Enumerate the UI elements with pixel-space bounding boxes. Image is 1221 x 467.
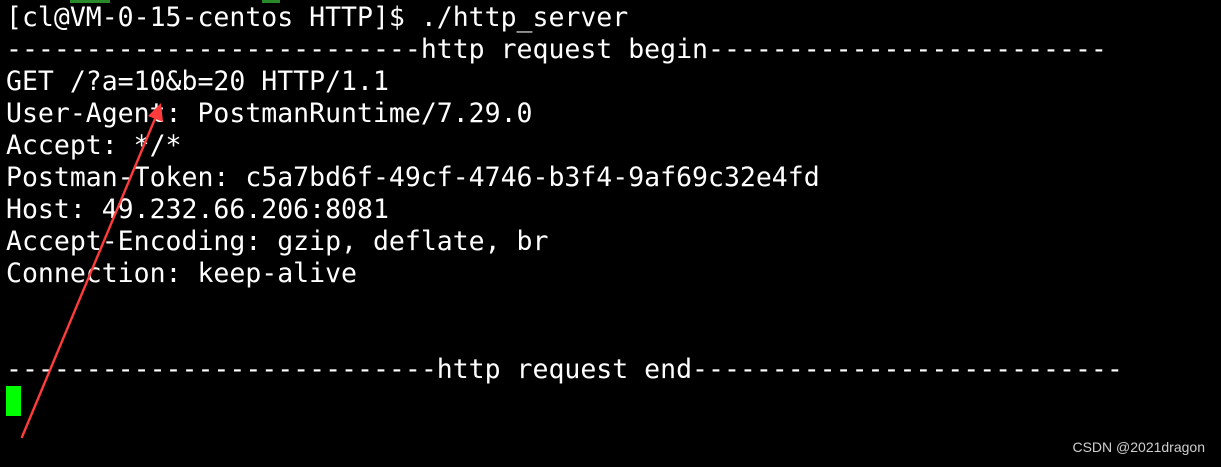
header-accept: Accept: */* xyxy=(6,130,182,161)
terminal-cursor xyxy=(6,386,21,416)
header-postman-token: Postman-Token: c5a7bd6f-49cf-4746-b3f4-9… xyxy=(6,162,820,193)
http-request-line: GET /?a=10&b=20 HTTP/1.1 xyxy=(6,66,389,97)
shell-prompt-command: [cl@VM-0-15-centos HTTP]$ ./http_server xyxy=(6,2,629,33)
request-end-separator: ---------------------------http request … xyxy=(6,354,1123,385)
csdn-watermark: CSDN @2021dragon xyxy=(1072,439,1205,455)
header-accept-encoding: Accept-Encoding: gzip, deflate, br xyxy=(6,226,549,257)
header-connection: Connection: keep-alive xyxy=(6,258,357,289)
request-begin-separator: --------------------------http request b… xyxy=(6,34,1107,65)
header-user-agent: User-Agent: PostmanRuntime/7.29.0 xyxy=(6,98,533,129)
header-host: Host: 49.232.66.206:8081 xyxy=(6,194,389,225)
terminal-window[interactable]: [cl@VM-0-15-centos HTTP]$ ./http_server … xyxy=(0,0,1221,467)
